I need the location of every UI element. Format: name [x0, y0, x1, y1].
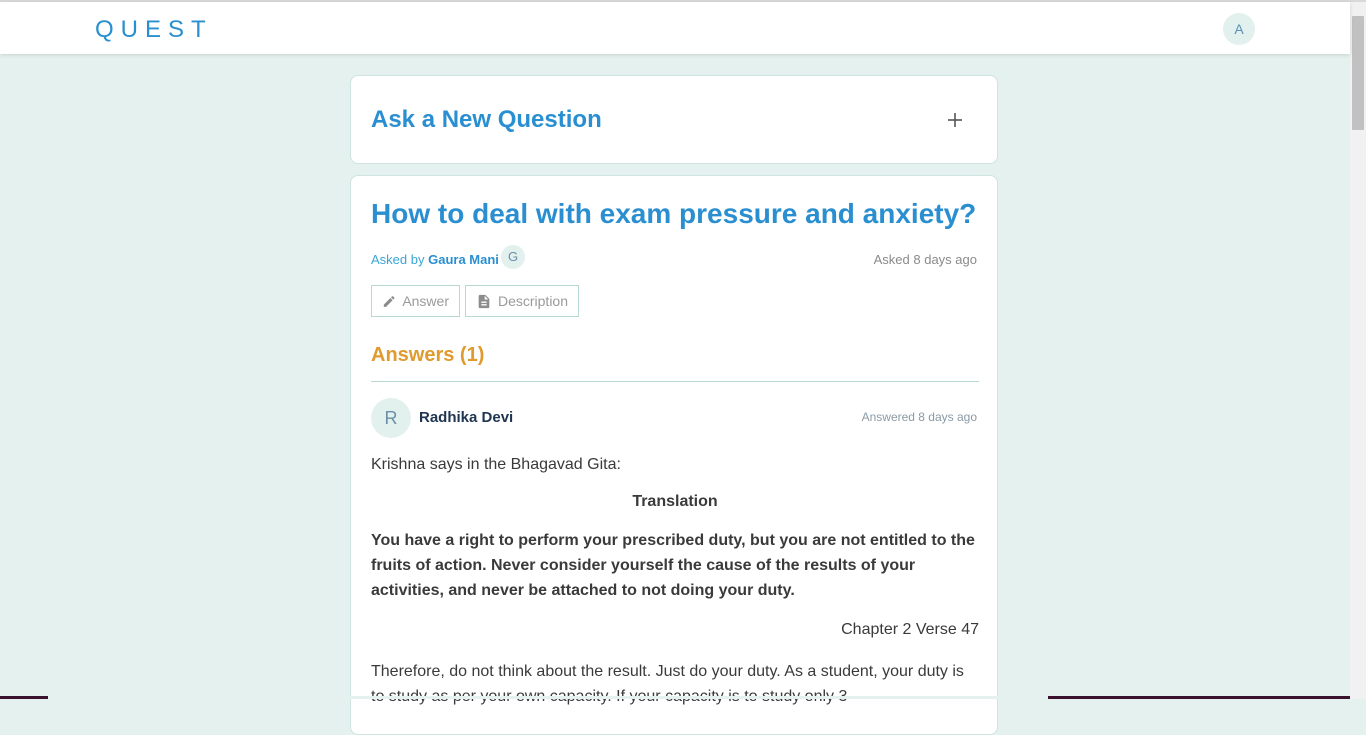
- asked-by-label: Asked by: [371, 252, 425, 267]
- question-title[interactable]: How to deal with exam pressure and anxie…: [371, 198, 981, 230]
- answer-body: Krishna says in the Bhagavad Gita: Trans…: [371, 454, 979, 709]
- ask-question-title[interactable]: Ask a New Question: [371, 106, 602, 134]
- question-card: How to deal with exam pressure and anxie…: [350, 175, 998, 735]
- answer-time: Answered 8 days ago: [861, 410, 977, 424]
- answer-button[interactable]: Answer: [371, 285, 460, 317]
- scrollbar-thumb[interactable]: [1352, 16, 1364, 130]
- asker-avatar[interactable]: G: [501, 245, 525, 269]
- brand-logo[interactable]: QUEST: [95, 16, 213, 44]
- answer-verse: You have a right to perform your prescri…: [371, 532, 975, 599]
- pencil-icon: [383, 295, 395, 307]
- description-button[interactable]: Description: [465, 285, 579, 317]
- description-button-label: Description: [497, 293, 568, 309]
- document-icon: [478, 294, 490, 308]
- answer-subheading: Translation: [632, 493, 718, 510]
- answer-author-avatar[interactable]: R: [371, 398, 411, 438]
- answer-reference: Chapter 2 Verse 47: [841, 621, 979, 638]
- answer-intro: Krishna says in the Bhagavad Gita:: [371, 456, 621, 473]
- answer-button-label: Answer: [402, 293, 449, 309]
- page-scrollbar[interactable]: [1350, 2, 1366, 699]
- top-navbar: QUEST A: [0, 2, 1350, 54]
- user-avatar[interactable]: A: [1223, 13, 1255, 45]
- asker-name[interactable]: Gaura Mani: [428, 252, 499, 267]
- ask-question-card[interactable]: Ask a New Question: [350, 75, 998, 164]
- plus-icon[interactable]: [945, 110, 965, 130]
- asked-by-line: Asked by Gaura Mani: [371, 252, 499, 267]
- answers-divider: [371, 381, 979, 382]
- answers-heading: Answers (1): [371, 344, 485, 366]
- answer-text: Therefore, do not think about the result…: [371, 663, 964, 705]
- answer-author-name[interactable]: Radhika Devi: [419, 409, 513, 426]
- asked-time: Asked 8 days ago: [873, 252, 977, 267]
